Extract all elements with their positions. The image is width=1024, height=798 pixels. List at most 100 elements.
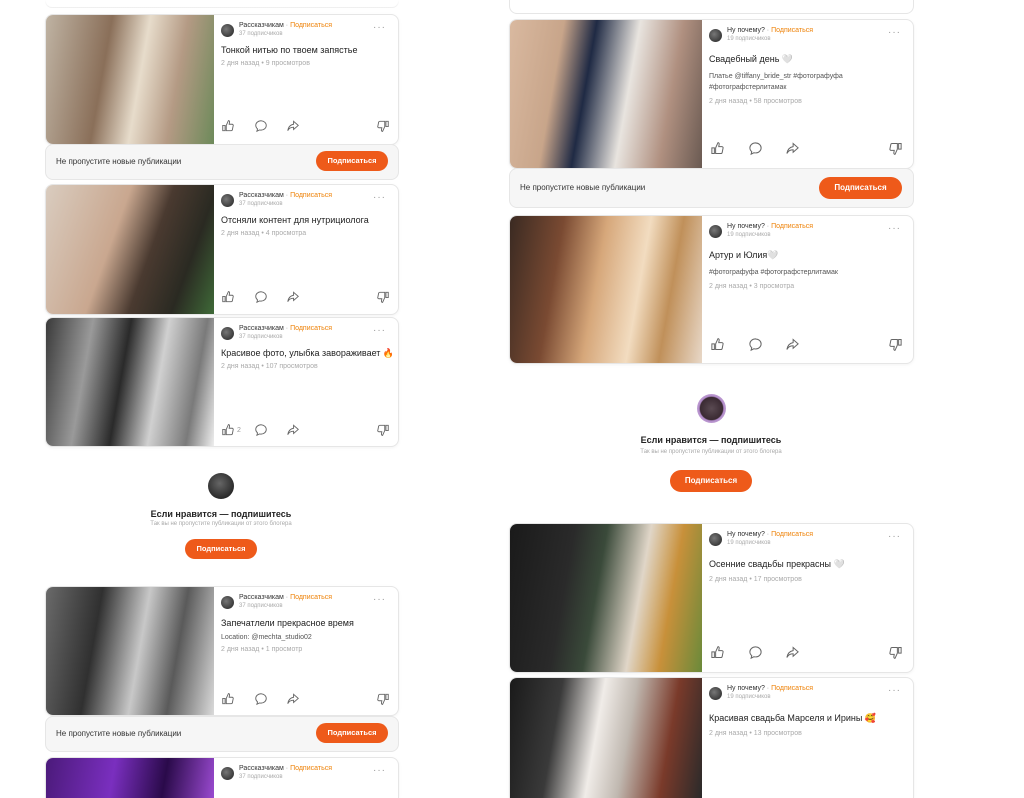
like-icon[interactable] <box>221 692 235 706</box>
post-title[interactable]: Свадебный день 🤍 <box>709 54 793 65</box>
author-avatar[interactable] <box>221 24 234 37</box>
author-name[interactable]: Рассказчикам <box>239 765 284 772</box>
dislike-icon[interactable] <box>376 290 390 304</box>
like-icon[interactable] <box>710 645 725 660</box>
post-card[interactable]: Ну почему? · Подписаться 19 подписчиков … <box>509 19 914 169</box>
post-title[interactable]: Красивое фото, улыбка завораживает 🔥 <box>221 348 394 359</box>
blogger-avatar[interactable] <box>697 394 726 423</box>
subscribe-link[interactable]: Подписаться <box>290 192 332 199</box>
author-avatar[interactable] <box>709 687 722 700</box>
post-photo[interactable] <box>46 15 214 144</box>
author-avatar[interactable] <box>221 596 234 609</box>
post-tags[interactable]: Location: @mechta_studio02 <box>221 632 398 643</box>
more-options-icon[interactable]: ··· <box>888 531 901 542</box>
post-title[interactable]: Тонкой нитью по твоем запястье <box>221 45 357 55</box>
like-icon[interactable] <box>221 423 235 437</box>
dislike-icon[interactable] <box>376 119 390 133</box>
subscribe-button[interactable]: Подписаться <box>670 470 752 492</box>
blogger-avatar[interactable] <box>208 473 234 499</box>
subscribe-link[interactable]: Подписаться <box>771 531 813 538</box>
share-icon[interactable] <box>286 692 300 706</box>
author-name[interactable]: Ну почему? <box>727 531 765 538</box>
post-photo[interactable] <box>46 758 214 798</box>
subscribe-button[interactable]: Подписаться <box>185 539 257 559</box>
post-tags[interactable]: #фотографуфа #фотографстерлитамак <box>709 267 899 278</box>
author-name[interactable]: Ну почему? <box>727 223 765 230</box>
author-name[interactable]: Рассказчикам <box>239 192 284 199</box>
post-title[interactable]: Артур и Юлия🤍 <box>709 250 779 261</box>
post-card[interactable]: Ну почему? · Подписаться 19 подписчиков … <box>509 215 914 364</box>
more-options-icon[interactable]: ··· <box>888 27 901 38</box>
dislike-icon[interactable] <box>376 423 390 437</box>
post-title[interactable]: Осенние свадьбы прекрасны 🤍 <box>709 559 845 570</box>
author-avatar[interactable] <box>221 194 234 207</box>
author-name[interactable]: Рассказчикам <box>239 325 284 332</box>
comment-icon[interactable] <box>254 692 268 706</box>
author-avatar[interactable] <box>221 327 234 340</box>
more-options-icon[interactable]: ··· <box>373 325 386 336</box>
author-avatar[interactable] <box>709 533 722 546</box>
comment-icon[interactable] <box>748 337 763 352</box>
subscribe-button[interactable]: Подписаться <box>316 151 388 171</box>
author-name[interactable]: Ну почему? <box>727 685 765 692</box>
like-icon[interactable] <box>710 141 725 156</box>
comment-icon[interactable] <box>748 141 763 156</box>
post-tags[interactable]: Платье @tiffany_bride_str #фотографуфа #… <box>709 71 899 93</box>
share-icon[interactable] <box>286 423 300 437</box>
post-card[interactable]: Рассказчикам · Подписаться 37 подписчико… <box>45 317 399 447</box>
share-icon[interactable] <box>785 645 800 660</box>
post-photo[interactable] <box>510 20 702 168</box>
author-name[interactable]: Рассказчикам <box>239 22 284 29</box>
share-icon[interactable] <box>286 290 300 304</box>
comment-icon[interactable] <box>254 119 268 133</box>
dislike-icon[interactable] <box>888 337 903 352</box>
like-icon[interactable] <box>221 290 235 304</box>
author-avatar[interactable] <box>221 767 234 780</box>
more-options-icon[interactable]: ··· <box>373 22 386 33</box>
author-avatar[interactable] <box>709 225 722 238</box>
post-card[interactable]: Рассказчикам · Подписаться 37 подписчико… <box>45 757 399 798</box>
author-name[interactable]: Ну почему? <box>727 27 765 34</box>
subscribe-button[interactable]: Подписаться <box>316 723 388 743</box>
post-photo[interactable] <box>46 318 214 446</box>
post-card[interactable]: Рассказчикам · Подписаться 37 подписчико… <box>45 586 399 716</box>
post-card[interactable]: Рассказчикам · Подписаться 37 подписчико… <box>45 184 399 315</box>
dislike-icon[interactable] <box>888 645 903 660</box>
post-title[interactable]: Запечатлели прекрасное время <box>221 618 354 628</box>
subscribe-link[interactable]: Подписаться <box>290 325 332 332</box>
post-photo[interactable] <box>510 524 702 672</box>
subscribe-link[interactable]: Подписаться <box>290 22 332 29</box>
dislike-icon[interactable] <box>376 692 390 706</box>
author-name[interactable]: Рассказчикам <box>239 594 284 601</box>
subscribe-button[interactable]: Подписаться <box>819 177 902 199</box>
comment-icon[interactable] <box>254 290 268 304</box>
post-card[interactable]: Ну почему? · Подписаться 19 подписчиков … <box>509 523 914 673</box>
comment-icon[interactable] <box>748 645 763 660</box>
subscribe-link[interactable]: Подписаться <box>771 685 813 692</box>
subscribe-link[interactable]: Подписаться <box>771 27 813 34</box>
subscribe-link[interactable]: Подписаться <box>290 594 332 601</box>
post-photo[interactable] <box>510 678 702 798</box>
comment-icon[interactable] <box>254 423 268 437</box>
like-icon[interactable] <box>710 337 725 352</box>
more-options-icon[interactable]: ··· <box>373 192 386 203</box>
post-card[interactable]: Ну почему? · Подписаться 19 подписчиков … <box>509 677 914 798</box>
post-photo[interactable] <box>46 185 214 314</box>
dislike-icon[interactable] <box>888 141 903 156</box>
author-avatar[interactable] <box>709 29 722 42</box>
like-icon[interactable] <box>221 119 235 133</box>
post-title[interactable]: Красивая свадьба Марселя и Ирины 🥰 <box>709 713 876 724</box>
post-photo[interactable] <box>510 216 702 363</box>
more-options-icon[interactable]: ··· <box>888 685 901 696</box>
share-icon[interactable] <box>785 337 800 352</box>
more-options-icon[interactable]: ··· <box>888 223 901 234</box>
share-icon[interactable] <box>785 141 800 156</box>
subscribe-link[interactable]: Подписаться <box>290 765 332 772</box>
post-photo[interactable] <box>46 587 214 715</box>
post-card[interactable]: Рассказчикам · Подписаться 37 подписчико… <box>45 14 399 145</box>
share-icon[interactable] <box>286 119 300 133</box>
post-title[interactable]: Отсняли контент для нутрициолога <box>221 215 369 225</box>
more-options-icon[interactable]: ··· <box>373 594 386 605</box>
more-options-icon[interactable]: ··· <box>373 765 386 776</box>
subscribe-link[interactable]: Подписаться <box>771 223 813 230</box>
